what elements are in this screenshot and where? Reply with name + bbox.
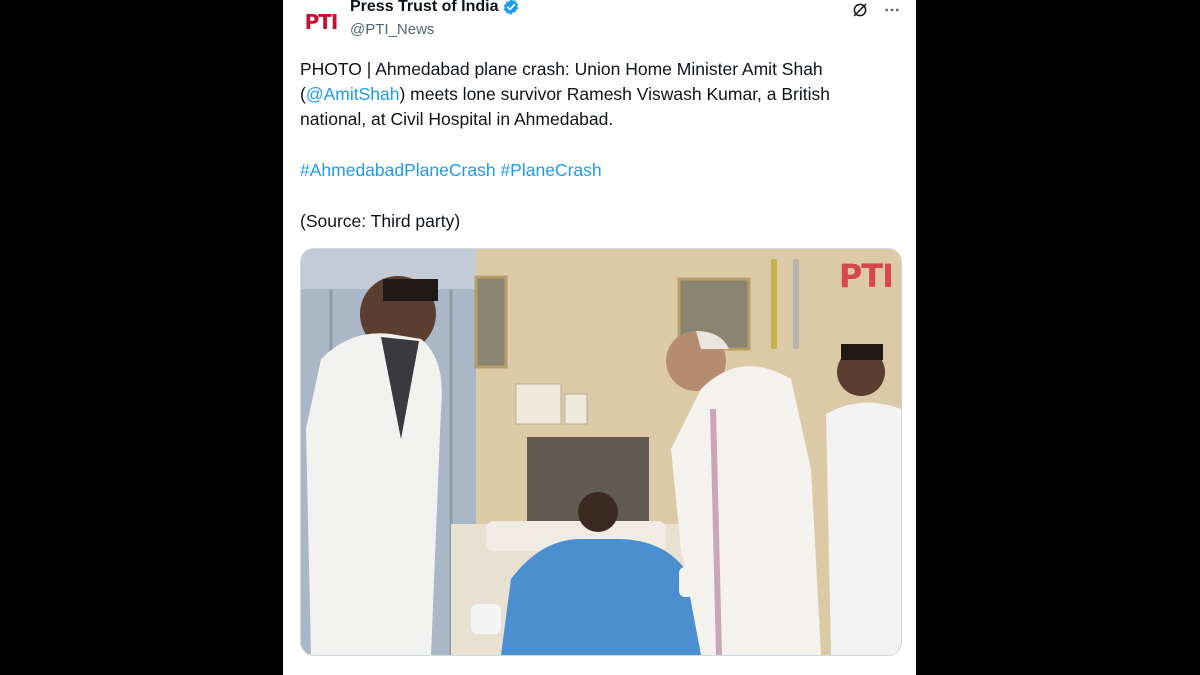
verified-badge-icon <box>504 0 519 15</box>
hashtag-link[interactable]: #AhmedabadPlaneCrash <box>300 160 496 180</box>
hashtag-line: #AhmedabadPlaneCrash #PlaneCrash <box>300 158 880 183</box>
author-handle[interactable]: @PTI_News <box>350 21 434 38</box>
tweet-actions-top <box>850 0 902 20</box>
mention-link[interactable]: @AmitShah <box>306 84 400 104</box>
more-icon[interactable] <box>882 0 902 20</box>
author-name-row: Press Trust of India <box>350 0 520 16</box>
grok-icon[interactable] <box>850 0 870 20</box>
tweet-card: PTI Press Trust of India @PTI_News PHOTO… <box>283 0 916 675</box>
author-name[interactable]: Press Trust of India <box>350 0 498 16</box>
pti-watermark: PTI <box>838 257 894 295</box>
avatar[interactable]: PTI <box>299 0 343 44</box>
hashtag-link[interactable]: #PlaneCrash <box>500 160 601 180</box>
pti-logo: PTI <box>304 10 339 34</box>
tweet-body: PHOTO | Ahmedabad plane crash: Union Hom… <box>300 57 880 132</box>
tweet-text: PHOTO | Ahmedabad plane crash: Union Hom… <box>300 57 880 234</box>
tweet-photo[interactable]: PTI <box>300 248 902 656</box>
hospital-scene-image <box>301 249 901 655</box>
source-line: (Source: Third party) <box>300 211 461 231</box>
